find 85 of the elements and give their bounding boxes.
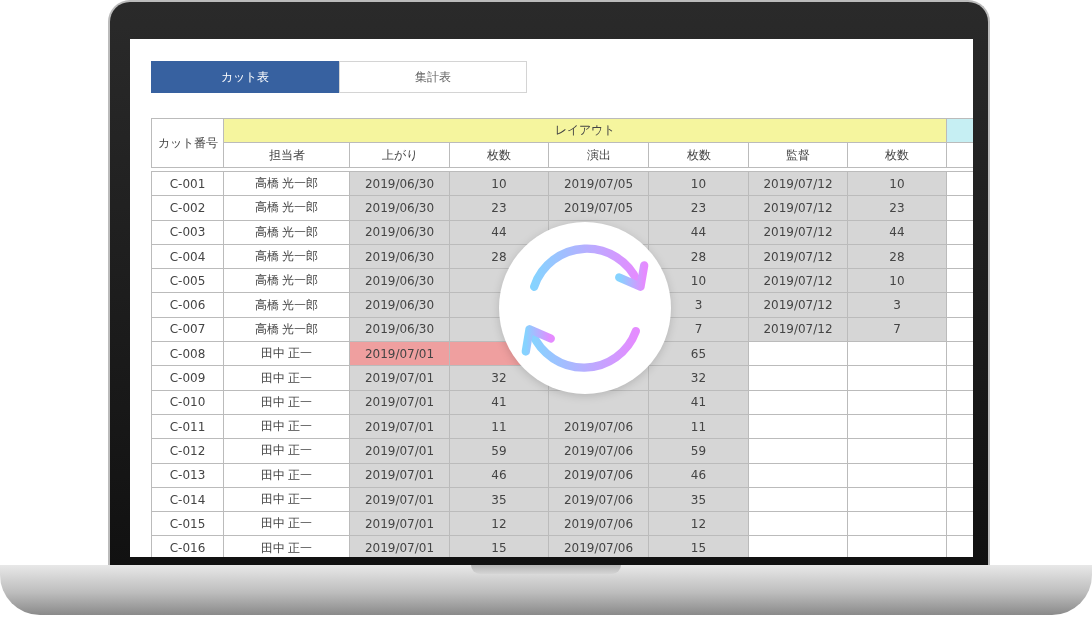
table-cell: 2019/07/12: [749, 196, 848, 221]
table-cell: 15: [450, 536, 549, 557]
table-cell: 23: [450, 196, 549, 221]
table-cell: 2019/07/01: [350, 536, 450, 557]
table-cell: 7: [848, 317, 947, 343]
table-cell: C-007: [152, 317, 224, 343]
table-cell: 3: [848, 293, 947, 318]
table-cell: 2019/07/06: [549, 536, 649, 557]
table-cell: C-003: [152, 220, 224, 245]
table-cell: 23: [649, 196, 749, 221]
table-cell: 59: [649, 439, 749, 464]
table-cell: 32: [649, 366, 749, 391]
column-header: 枚数: [649, 143, 749, 168]
table-cell: 2019/07/12: [749, 293, 848, 318]
group-header: レイアウト: [224, 119, 947, 143]
table-cell: 46: [450, 463, 549, 488]
table-cell: 46: [649, 463, 749, 488]
table-cell: 15: [649, 536, 749, 557]
table-cell: 12: [649, 512, 749, 537]
table-cell: C-004: [152, 244, 224, 270]
table-cell: 2019/06/30: [350, 269, 450, 294]
table-cell: 11: [649, 414, 749, 440]
table-cell: C-005: [152, 269, 224, 294]
table-cell: C-016: [152, 536, 224, 557]
table-cell: 2019/07/05: [549, 172, 649, 197]
column-header: 枚数: [450, 143, 549, 168]
table-cell: 2019/07/12: [749, 220, 848, 245]
table-cell: 2019/07/01: [350, 414, 450, 440]
table-cell: 12: [450, 512, 549, 537]
table-cell: 2019/06/30: [350, 244, 450, 270]
table-cell: 10: [848, 172, 947, 197]
table-cell: C-006: [152, 293, 224, 318]
table-cell: C-009: [152, 366, 224, 391]
table-cell: 2019/07/01: [350, 439, 450, 464]
table-cell: C-001: [152, 172, 224, 197]
table-cell: 2019/07/01: [350, 512, 450, 537]
table-cell: 2019/06/30: [350, 317, 450, 343]
table-cell: C-014: [152, 487, 224, 513]
table-cell: 2019/07/06: [549, 414, 649, 440]
table-cell: 41: [450, 390, 549, 415]
column-header: 演出: [549, 143, 649, 168]
table-cell: 41: [649, 390, 749, 415]
tab[interactable]: 集計表: [339, 61, 527, 93]
table-cell: C-008: [152, 342, 224, 367]
column-header: 上がり: [350, 143, 450, 168]
table-cell: 2019/06/30: [350, 196, 450, 221]
table-cell: 2019/06/30: [350, 293, 450, 318]
table-cell: 11: [450, 414, 549, 440]
table-cell: 65: [649, 342, 749, 367]
column-header: 枚数: [848, 143, 947, 168]
table-cell: 35: [649, 487, 749, 513]
table-cell: 23: [848, 196, 947, 221]
table-cell: 2019/07/06: [549, 439, 649, 464]
table-cell: 2019/07/01: [350, 487, 450, 513]
column-header: 監督: [749, 143, 848, 168]
table-cell: C-010: [152, 390, 224, 415]
table-cell: 2019/06/30: [350, 220, 450, 245]
table-cell: 2019/07/01: [350, 463, 450, 488]
table-cell: C-013: [152, 463, 224, 488]
table-cell: 2019/07/01: [350, 366, 450, 391]
table-cell: 2019/07/12: [749, 269, 848, 294]
table-cell: 2019/06/30: [350, 172, 450, 197]
table-cell: 44: [649, 220, 749, 245]
table-cell: 10: [649, 172, 749, 197]
table-cell: 2019/07/01: [350, 390, 450, 415]
column-header: 担当者: [224, 143, 350, 168]
tab[interactable]: カット表: [151, 61, 339, 93]
table-cell: 2019/07/01: [350, 342, 450, 367]
table-cell: 2019/07/12: [749, 172, 848, 197]
table-cell: 2019/07/06: [549, 487, 649, 513]
table-cell: C-002: [152, 196, 224, 221]
table-cell: 44: [848, 220, 947, 245]
table-cell: C-015: [152, 512, 224, 537]
table-cell: C-011: [152, 414, 224, 440]
table-cell: 2019/07/06: [549, 463, 649, 488]
table-cell: 2019/07/12: [749, 244, 848, 270]
table-cell: 35: [450, 487, 549, 513]
table-cell: 2019/07/06: [549, 512, 649, 537]
table-cell: 10: [450, 172, 549, 197]
table-cell: 2019/07/12: [749, 317, 848, 343]
table-cell: 59: [450, 439, 549, 464]
table-cell: 10: [848, 269, 947, 294]
table-cell: C-012: [152, 439, 224, 464]
table-cell: 28: [848, 244, 947, 270]
table-cell: 2019/07/05: [549, 196, 649, 221]
